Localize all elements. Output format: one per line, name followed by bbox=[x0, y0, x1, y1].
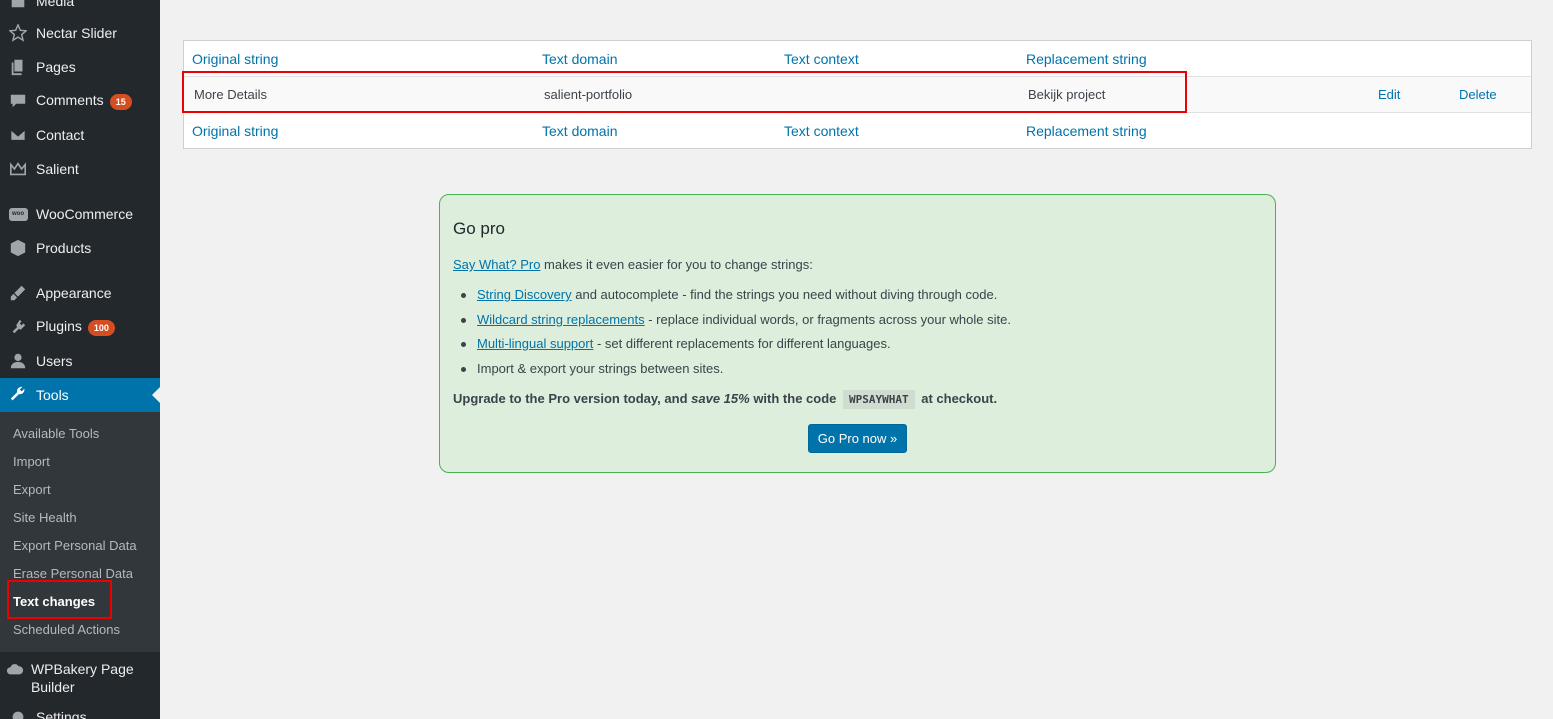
menu-contact[interactable]: Contact bbox=[0, 118, 160, 152]
go-pro-title: Go pro bbox=[453, 219, 505, 238]
wildcard-replacements-link[interactable]: Wildcard string replacements bbox=[477, 312, 645, 327]
admin-sidebar: Media Nectar Slider Pages Comments 15 Con… bbox=[0, 0, 160, 719]
upgrade-pre: Upgrade to the Pro version today, and bbox=[453, 391, 692, 406]
menu-plugins[interactable]: Plugins 100 bbox=[0, 310, 160, 344]
menu-plugins-label: Plugins bbox=[36, 318, 82, 335]
footer-column-original-string[interactable]: Original string bbox=[192, 113, 278, 149]
highlight-box-row bbox=[182, 71, 1187, 113]
submenu-export[interactable]: Export bbox=[13, 482, 51, 497]
menu-comments[interactable]: Comments 15 bbox=[0, 84, 160, 118]
go-pro-intro: Say What? Pro makes it even easier for y… bbox=[453, 257, 813, 272]
woo-icon: woo bbox=[0, 207, 36, 221]
go-pro-intro-text: makes it even easier for you to change s… bbox=[540, 257, 813, 272]
menu-users[interactable]: Users bbox=[0, 344, 160, 378]
user-icon bbox=[0, 352, 36, 370]
menu-salient[interactable]: Salient bbox=[0, 152, 160, 186]
footer-column-text-domain[interactable]: Text domain bbox=[542, 113, 617, 149]
menu-settings[interactable]: Settings bbox=[0, 700, 160, 719]
list-item: String Discovery and autocomplete - find… bbox=[453, 287, 1011, 312]
comments-count-badge: 15 bbox=[109, 93, 132, 110]
say-what-pro-link[interactable]: Say What? Pro bbox=[453, 257, 540, 272]
footer-column-text-context[interactable]: Text context bbox=[784, 113, 859, 149]
brush-icon bbox=[0, 284, 36, 302]
menu-wpbakery[interactable]: WPBakery Page Builder bbox=[0, 652, 160, 696]
list-item: Multi-lingual support - set different re… bbox=[453, 336, 1011, 361]
submenu-export-personal-data[interactable]: Export Personal Data bbox=[13, 538, 137, 553]
go-pro-button[interactable]: Go Pro now » bbox=[808, 424, 907, 453]
cloud-icon bbox=[0, 660, 31, 678]
active-menu-arrow bbox=[152, 387, 160, 403]
table-footer-row: Original string Text domain Text context… bbox=[184, 113, 1531, 149]
menu-tools[interactable]: Tools bbox=[0, 378, 160, 412]
plug-icon bbox=[0, 318, 36, 336]
feature-text: and autocomplete - find the strings you … bbox=[571, 287, 998, 302]
highlight-box-text-changes bbox=[7, 580, 112, 619]
delete-link[interactable]: Delete bbox=[1459, 77, 1497, 113]
submenu-scheduled-actions[interactable]: Scheduled Actions bbox=[13, 622, 120, 637]
coupon-code: WPSAYWHAT bbox=[843, 390, 915, 409]
submenu-erase-personal-data[interactable]: Erase Personal Data bbox=[13, 566, 133, 581]
go-pro-upgrade-text: Upgrade to the Pro version today, and sa… bbox=[453, 390, 998, 409]
upgrade-discount: save 15% bbox=[691, 391, 750, 406]
menu-appearance[interactable]: Appearance bbox=[0, 276, 160, 310]
pages-icon bbox=[0, 58, 36, 76]
feature-text: Import & export your strings between sit… bbox=[477, 360, 724, 376]
submenu-available-tools[interactable]: Available Tools bbox=[13, 426, 99, 441]
comments-icon bbox=[0, 92, 36, 110]
list-item: Import & export your strings between sit… bbox=[453, 361, 1011, 386]
plugins-count-badge: 100 bbox=[87, 319, 115, 336]
go-pro-box: Go pro Say What? Pro makes it even easie… bbox=[439, 194, 1276, 473]
submenu-site-health[interactable]: Site Health bbox=[13, 510, 77, 525]
box-icon bbox=[0, 239, 36, 257]
star-icon bbox=[0, 24, 36, 42]
feature-text: - replace individual words, or fragments… bbox=[644, 311, 1011, 327]
upgrade-post: at checkout. bbox=[917, 391, 998, 406]
mail-icon bbox=[0, 126, 36, 144]
go-pro-feature-list: String Discovery and autocomplete - find… bbox=[453, 287, 1011, 385]
edit-link[interactable]: Edit bbox=[1378, 77, 1400, 113]
feature-text: - set different replacements for differe… bbox=[593, 336, 891, 351]
string-discovery-link[interactable]: String Discovery bbox=[477, 287, 572, 302]
media-icon bbox=[0, 0, 36, 10]
settings-icon bbox=[0, 708, 36, 719]
upgrade-mid: with the code bbox=[749, 391, 840, 406]
menu-nectar-slider[interactable]: Nectar Slider bbox=[0, 16, 160, 50]
menu-comments-label: Comments bbox=[36, 92, 104, 109]
menu-woocommerce[interactable]: woo WooCommerce bbox=[0, 197, 160, 231]
footer-column-replacement-string[interactable]: Replacement string bbox=[1026, 113, 1147, 149]
multilingual-support-link[interactable]: Multi-lingual support bbox=[477, 336, 593, 351]
list-item: Wildcard string replacements - replace i… bbox=[453, 312, 1011, 337]
crown-icon bbox=[0, 160, 36, 178]
submenu-import[interactable]: Import bbox=[13, 454, 50, 469]
menu-pages[interactable]: Pages bbox=[0, 50, 160, 84]
menu-products[interactable]: Products bbox=[0, 231, 160, 265]
wrench-icon bbox=[0, 386, 36, 404]
